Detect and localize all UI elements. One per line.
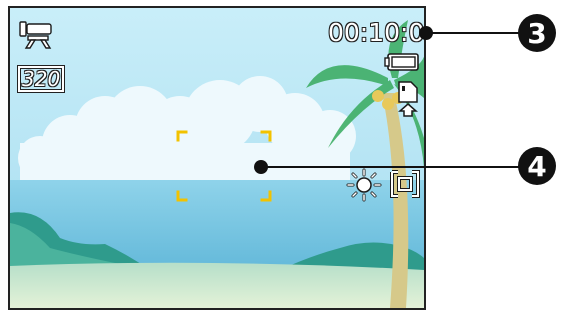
callout-4-badge: 4 (518, 147, 556, 185)
camera-lcd-screen: 320 00:10:00 (8, 6, 426, 310)
resolution-label: 320 (18, 66, 65, 92)
daylight-sun-icon (346, 168, 382, 202)
recording-time: 00:10:00 (328, 18, 425, 47)
callout-3-line (426, 32, 520, 34)
video-camera-icon (19, 21, 52, 49)
callout-4-line (261, 166, 519, 168)
battery-full-icon (384, 53, 419, 71)
internal-memory-icon (398, 81, 418, 117)
callout-3-badge: 3 (518, 14, 556, 52)
anti-shake-frame-icon (390, 170, 420, 198)
